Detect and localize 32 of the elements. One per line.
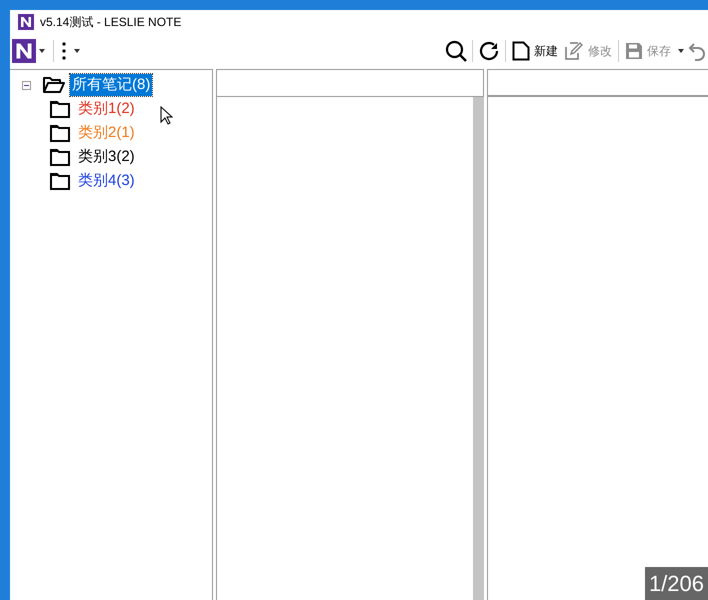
tree-item[interactable]: 类别2(1): [78, 122, 135, 144]
tree-item[interactable]: 类别1(2): [78, 98, 135, 120]
refresh-icon: [478, 40, 500, 62]
folder-icon: [50, 100, 70, 118]
more-menu-button[interactable]: [62, 42, 80, 60]
tree-item[interactable]: 类别4(3): [78, 170, 135, 192]
undo-button[interactable]: [688, 41, 706, 61]
caret-icon: [39, 49, 45, 53]
list-search-field[interactable]: [217, 69, 484, 97]
tree-item[interactable]: 所有笔记(8): [70, 74, 152, 96]
title-field[interactable]: [488, 69, 708, 97]
window-title: v5.14测试 - LESLIE NOTE: [40, 14, 182, 31]
scrollbar[interactable]: [473, 97, 484, 600]
search-button[interactable]: [443, 40, 469, 62]
search-icon: [445, 40, 467, 62]
collapse-toggle[interactable]: [22, 80, 31, 90]
tree-item[interactable]: 类别3(2): [78, 146, 135, 168]
app-menu-button[interactable]: [10, 39, 45, 63]
new-button[interactable]: 新建: [509, 41, 561, 61]
folder-icon: [50, 172, 70, 190]
undo-icon: [688, 41, 706, 61]
page-counter: 1/206: [644, 567, 708, 600]
caret-icon: [678, 49, 684, 53]
document-icon: [512, 41, 530, 61]
open-folder-icon: [43, 76, 65, 94]
pencil-document-icon: [564, 41, 584, 61]
mouse-pointer-icon: [160, 106, 174, 126]
caret-icon: [74, 49, 80, 53]
vertical-dots-icon: [62, 42, 66, 60]
folder-icon: [50, 124, 70, 142]
app-logo-icon: [18, 14, 34, 30]
folder-icon: [50, 148, 70, 166]
